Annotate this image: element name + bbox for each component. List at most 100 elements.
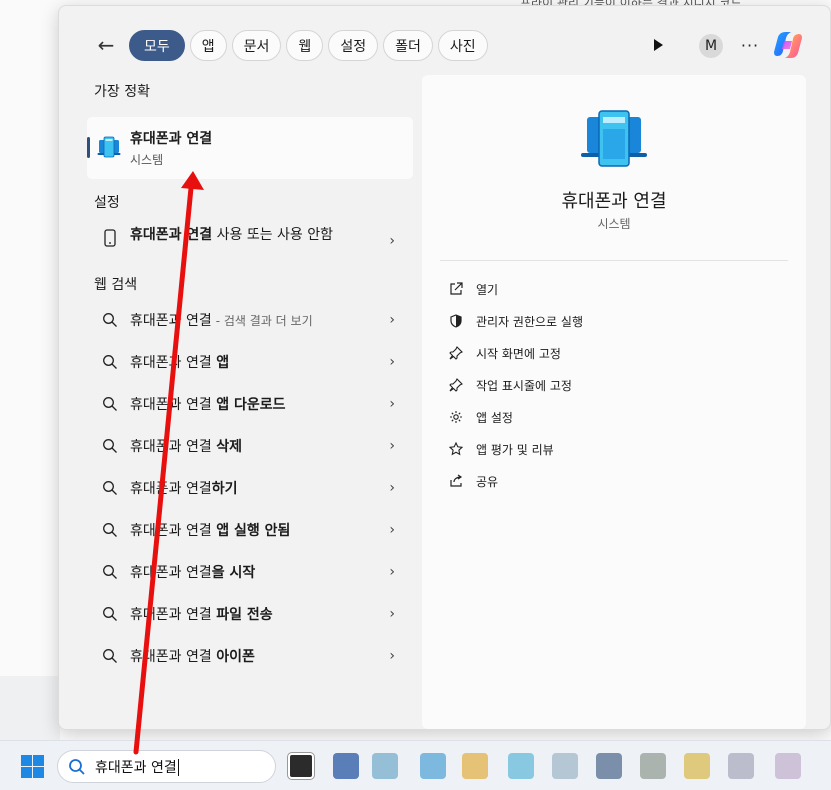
taskbar-app-icon[interactable] bbox=[372, 753, 398, 779]
search-icon bbox=[99, 522, 121, 538]
chevron-right-icon[interactable]: › bbox=[389, 396, 395, 412]
preview-divider bbox=[440, 260, 788, 261]
pin-icon bbox=[448, 345, 464, 361]
web-item-base: 휴대폰과 연결 bbox=[130, 439, 217, 455]
web-item-hint: - 검색 결과 더 보기 bbox=[215, 314, 313, 328]
settings-result-item[interactable]: 휴대폰과 연결 사용 또는 사용 안함 › bbox=[87, 217, 413, 267]
phone-link-large-icon bbox=[581, 110, 647, 167]
web-search-item[interactable]: 휴대폰과 연결 앱 다운로드 › bbox=[87, 383, 413, 425]
action-run-as-admin-label: 관리자 권한으로 실행 bbox=[476, 314, 583, 329]
web-item-bold: 앱 실행 안됨 bbox=[216, 523, 291, 539]
action-pin-taskbar[interactable]: 작업 표시줄에 고정 bbox=[448, 369, 583, 401]
filter-apps[interactable]: 앱 bbox=[189, 30, 227, 61]
chevron-right-icon[interactable]: › bbox=[389, 312, 395, 328]
best-match-name: 휴대폰과 연결 bbox=[130, 131, 213, 147]
web-item-bold: 아이폰 bbox=[216, 649, 255, 665]
action-pin-start-label: 시작 화면에 고정 bbox=[476, 346, 561, 361]
filter-folders[interactable]: 폴더 bbox=[383, 30, 433, 61]
web-item-base: 휴대폰과 연결 bbox=[130, 607, 217, 623]
web-item-base: 휴대폰과 연결 bbox=[130, 523, 217, 539]
taskbar-app-icon[interactable] bbox=[684, 753, 710, 779]
star-icon bbox=[448, 441, 464, 457]
task-view-icon[interactable] bbox=[288, 753, 314, 779]
filter-web[interactable]: 웹 bbox=[286, 30, 324, 61]
filter-documents[interactable]: 문서 bbox=[231, 30, 282, 61]
settings-item-bold: 휴대폰과 연결 bbox=[130, 227, 213, 243]
action-rate-review-label: 앱 평가 및 리뷰 bbox=[476, 442, 554, 457]
web-item-base: 휴대폰과 연결 bbox=[130, 481, 212, 497]
more-options-icon[interactable]: ··· bbox=[739, 34, 761, 56]
filter-tabs: 모두 앱 문서 웹 설정 폴더 사진 bbox=[129, 30, 488, 61]
action-run-as-admin[interactable]: 관리자 권한으로 실행 bbox=[448, 305, 583, 337]
web-item-base: 휴대폰과 연결 bbox=[130, 649, 217, 665]
taskbar-app-icon[interactable] bbox=[552, 753, 578, 779]
web-search-item[interactable]: 휴대폰과 연결 앱 실행 안됨 › bbox=[87, 509, 413, 551]
settings-heading: 설정 bbox=[94, 195, 120, 211]
open-external-icon bbox=[448, 281, 464, 297]
search-icon bbox=[99, 354, 121, 370]
taskbar: 휴대폰과 연결 bbox=[0, 740, 831, 790]
web-search-item[interactable]: 휴대폰과 연결 앱 › bbox=[87, 341, 413, 383]
chevron-right-icon[interactable]: › bbox=[389, 233, 395, 249]
search-input[interactable]: 휴대폰과 연결 bbox=[95, 760, 177, 776]
action-rate-review[interactable]: 앱 평가 및 리뷰 bbox=[448, 433, 583, 465]
search-icon bbox=[99, 480, 121, 496]
taskbar-search-box[interactable]: 휴대폰과 연결 bbox=[57, 750, 276, 783]
play-icon[interactable] bbox=[649, 36, 667, 54]
windows-start-icon[interactable] bbox=[21, 755, 44, 778]
web-item-bold: 앱 bbox=[216, 355, 230, 371]
folder-icon[interactable] bbox=[462, 753, 488, 779]
back-arrow-icon[interactable]: ← bbox=[93, 32, 119, 58]
web-item-base: 휴대폰과 연결 bbox=[130, 355, 217, 371]
taskbar-app-icon[interactable] bbox=[775, 753, 801, 779]
filter-settings[interactable]: 설정 bbox=[328, 30, 379, 61]
taskbar-app-icon[interactable] bbox=[508, 753, 534, 779]
search-icon bbox=[99, 564, 121, 580]
search-icon bbox=[99, 396, 121, 412]
account-avatar[interactable]: M bbox=[699, 34, 723, 58]
chevron-right-icon[interactable]: › bbox=[389, 606, 395, 622]
action-app-settings[interactable]: 앱 설정 bbox=[448, 401, 583, 433]
taskbar-app-icon[interactable] bbox=[333, 753, 359, 779]
action-pin-start[interactable]: 시작 화면에 고정 bbox=[448, 337, 583, 369]
chevron-right-icon[interactable]: › bbox=[389, 648, 395, 664]
web-search-item[interactable]: 휴대폰과 연결 삭제 › bbox=[87, 425, 413, 467]
web-search-item[interactable]: 휴대폰과 연결 - 검색 결과 더 보기 › bbox=[87, 299, 413, 341]
web-search-item[interactable]: 휴대폰과 연결하기 › bbox=[87, 467, 413, 509]
share-icon bbox=[448, 473, 464, 489]
best-match-item[interactable]: 휴대폰과 연결 시스템 bbox=[87, 117, 413, 179]
phone-link-icon bbox=[97, 136, 121, 158]
copilot-icon[interactable] bbox=[772, 29, 804, 61]
action-open[interactable]: 열기 bbox=[448, 273, 583, 305]
search-icon bbox=[99, 606, 121, 622]
action-app-settings-label: 앱 설정 bbox=[476, 410, 513, 425]
web-search-item[interactable]: 휴대폰과 연결을 시작 › bbox=[87, 551, 413, 593]
taskbar-app-icon[interactable] bbox=[728, 753, 754, 779]
chevron-right-icon[interactable]: › bbox=[389, 354, 395, 370]
web-search-list: 휴대폰과 연결 - 검색 결과 더 보기 › 휴대폰과 연결 앱 › 휴대폰과 연결 앱 … bbox=[87, 299, 413, 677]
web-search-heading: 웹 검색 bbox=[94, 277, 138, 293]
action-pin-taskbar-label: 작업 표시줄에 고정 bbox=[476, 378, 572, 393]
chevron-right-icon[interactable]: › bbox=[389, 564, 395, 580]
chevron-right-icon[interactable]: › bbox=[389, 438, 395, 454]
chevron-right-icon[interactable]: › bbox=[389, 522, 395, 538]
preview-app-name: 휴대폰과 연결 bbox=[561, 191, 667, 212]
taskbar-app-icon[interactable] bbox=[596, 753, 622, 779]
search-icon bbox=[99, 438, 121, 454]
web-item-base: 휴대폰과 연결 bbox=[130, 313, 212, 329]
filter-all[interactable]: 모두 bbox=[129, 30, 185, 61]
background-strip bbox=[0, 676, 60, 740]
search-filter-bar: ← 모두 앱 문서 웹 설정 폴더 사진 M ··· bbox=[59, 6, 830, 76]
web-search-item[interactable]: 휴대폰과 연결 파일 전송 › bbox=[87, 593, 413, 635]
web-search-item[interactable]: 휴대폰과 연결 아이폰 › bbox=[87, 635, 413, 677]
results-list: 가장 정확 휴대폰과 연결 시스템 설정 휴대폰과 연결 사용 또는 사용 안함… bbox=[87, 76, 413, 677]
selection-indicator bbox=[87, 137, 90, 158]
taskbar-app-icon[interactable] bbox=[420, 753, 446, 779]
taskbar-app-icon[interactable] bbox=[640, 753, 666, 779]
action-share[interactable]: 공유 bbox=[448, 465, 583, 497]
chevron-right-icon[interactable]: › bbox=[389, 480, 395, 496]
shield-icon bbox=[448, 313, 464, 329]
filter-photos[interactable]: 사진 bbox=[437, 30, 488, 61]
preview-actions: 열기 관리자 권한으로 실행 시작 화면에 고정 작업 표시줄에 고정 앱 설정… bbox=[448, 273, 583, 497]
web-item-bold: 앱 다운로드 bbox=[216, 397, 286, 413]
